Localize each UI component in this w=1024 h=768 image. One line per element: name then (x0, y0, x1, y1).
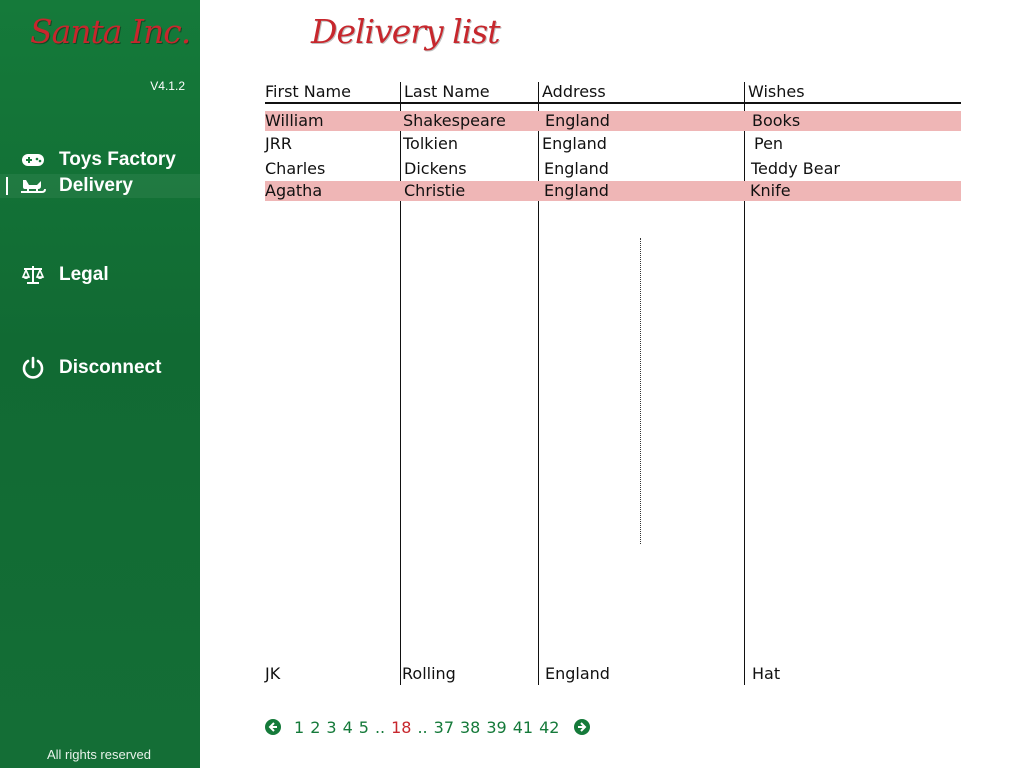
cell-address: England (544, 159, 609, 178)
page-number[interactable]: 41 (513, 718, 533, 737)
cell-last-name: Tolkien (403, 134, 458, 153)
sidebar-item-delivery[interactable]: Delivery (0, 174, 200, 198)
cell-first-name: Agatha (265, 181, 323, 200)
cell-address: England (545, 111, 610, 130)
column-header-last-name[interactable]: Last Name (404, 82, 490, 101)
page-ellipsis: .. (374, 717, 386, 737)
cell-wishes: Books (752, 111, 801, 130)
gamepad-icon (20, 148, 46, 172)
current-page: 18 (391, 717, 412, 737)
page-number[interactable]: 3 (326, 718, 336, 737)
previous-page-icon[interactable] (265, 719, 281, 735)
app-logo: Santa Inc. (30, 12, 191, 51)
scale-icon (20, 263, 46, 287)
page-number[interactable]: 5 (359, 718, 369, 737)
cell-last-name: Shakespeare (403, 111, 506, 130)
page-number[interactable]: 1 (294, 718, 304, 737)
pagination: 1 2 3 4 5 .. 18 .. 37 38 39 41 42 (265, 715, 591, 739)
cell-wishes: Teddy Bear (751, 159, 840, 178)
next-page-icon[interactable] (574, 719, 591, 735)
cell-address: England (545, 664, 610, 683)
sidebar-item-toys-factory[interactable]: Toys Factory (0, 148, 200, 172)
page-number[interactable]: 42 (539, 718, 559, 737)
cell-wishes: Pen (754, 134, 784, 153)
sidebar-item-label: Disconnect (59, 357, 162, 378)
footer-text: All rights reserved (46, 747, 152, 762)
cell-first-name: JK (265, 664, 281, 683)
page-number[interactable]: 2 (310, 718, 320, 737)
cell-address: England (544, 181, 609, 200)
table-row[interactable]: Charles Dickens England Teddy Bear (265, 159, 961, 179)
table-row[interactable]: William Shakespeare England Books (265, 111, 961, 131)
page-title: Delivery list (311, 12, 500, 51)
page-ellipsis: .. (417, 717, 428, 737)
column-header-address[interactable]: Address (542, 82, 606, 101)
sidebar-item-label: Legal (59, 264, 109, 285)
cell-last-name: Christie (404, 181, 466, 200)
page-number[interactable]: 4 (343, 718, 353, 737)
cell-wishes: Knife (750, 181, 791, 200)
table-header: First Name Last Name Address Wishes (265, 80, 961, 104)
table-row[interactable]: JRR Tolkien England Pen (265, 134, 961, 154)
delivery-table: First Name Last Name Address Wishes Will… (265, 80, 961, 685)
page-number[interactable]: 38 (460, 718, 480, 737)
sidebar-item-disconnect[interactable]: Disconnect (0, 356, 200, 380)
dotted-divider (640, 238, 641, 544)
power-icon (20, 356, 46, 380)
version-label: V4.1.2 (150, 79, 185, 93)
cell-last-name: Dickens (404, 159, 467, 178)
sidebar-item-legal[interactable]: Legal (0, 263, 200, 287)
sidebar-item-label: Toys Factory (59, 149, 176, 170)
page-number[interactable]: 37 (434, 718, 454, 737)
table-row[interactable]: Agatha Christie England Knife (265, 181, 961, 201)
cell-address: England (542, 134, 607, 153)
sidebar: Santa Inc. V4.1.2 Toys Factory Delivery (0, 0, 200, 768)
sleigh-icon (20, 174, 46, 198)
page-number[interactable]: 39 (486, 718, 506, 737)
cell-first-name: Charles (265, 159, 326, 178)
cell-first-name: JRR (265, 134, 292, 153)
column-header-first-name[interactable]: First Name (265, 82, 351, 101)
column-header-wishes[interactable]: Wishes (748, 82, 805, 101)
cell-wishes: Hat (752, 664, 781, 683)
table-row[interactable]: JK Rolling England Hat (265, 664, 961, 684)
sidebar-item-label: Delivery (59, 175, 133, 196)
cell-last-name: Rolling (402, 664, 456, 683)
cell-first-name: William (265, 111, 324, 130)
